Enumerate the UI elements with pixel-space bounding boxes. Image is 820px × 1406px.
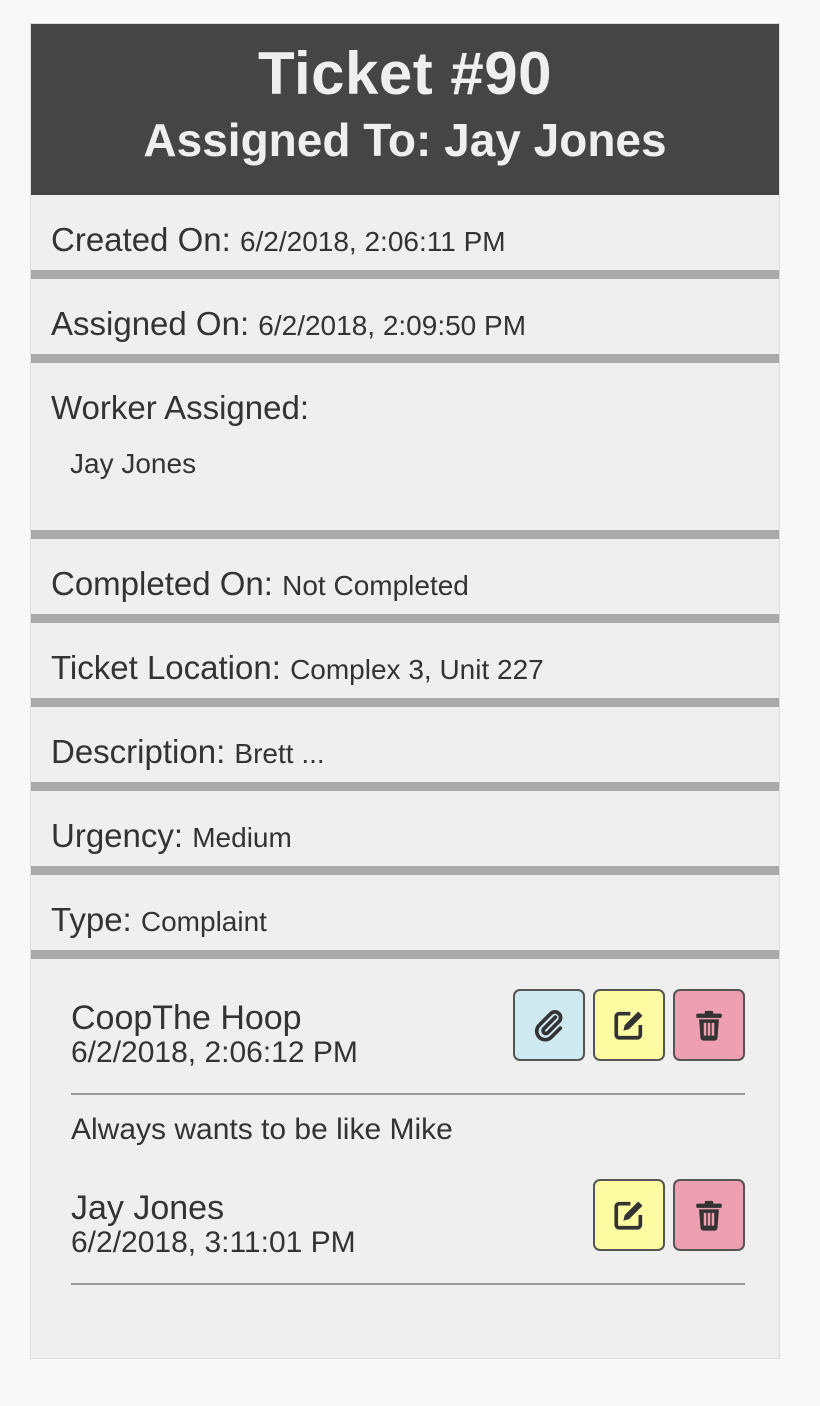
trash-icon <box>696 1010 722 1041</box>
urgency-value: Medium <box>192 822 292 853</box>
note-actions <box>505 989 745 1061</box>
note-actions <box>585 1179 745 1251</box>
note-item: Jay Jones 6/2/2018, 3:11:01 PM <box>71 1179 745 1285</box>
ticket-card: Ticket #90 Assigned To: Jay Jones Create… <box>30 23 780 1359</box>
ticket-location-label: Ticket Location: <box>51 649 291 686</box>
type-value: Complaint <box>140 906 267 937</box>
note-header: Jay Jones 6/2/2018, 3:11:01 PM <box>71 1179 745 1283</box>
worker-assigned-label: Worker Assigned: <box>51 389 310 426</box>
created-on-label: Created On: <box>51 221 240 258</box>
edit-button[interactable] <box>593 1179 665 1251</box>
created-on-row: Created On: 6/2/2018, 2:06:11 PM <box>31 195 779 279</box>
note-item: CoopThe Hoop 6/2/2018, 2:06:12 PM Always… <box>71 989 745 1175</box>
assigned-on-row: Assigned On: 6/2/2018, 2:09:50 PM <box>31 279 779 363</box>
description-row: Description: Brett ... <box>31 707 779 791</box>
urgency-label: Urgency: <box>51 817 193 854</box>
type-label: Type: <box>51 901 141 938</box>
description-value: Brett ... <box>234 738 325 769</box>
delete-button[interactable] <box>673 1179 745 1251</box>
completed-on-label: Completed On: <box>51 565 283 602</box>
attach-button[interactable] <box>513 989 585 1061</box>
completed-on-row: Completed On: Not Completed <box>31 539 779 623</box>
ticket-location-value: Complex 3, Unit 227 <box>290 654 544 685</box>
assigned-on-value: 6/2/2018, 2:09:50 PM <box>258 310 527 341</box>
worker-assigned-value: Jay Jones <box>70 448 197 479</box>
delete-button[interactable] <box>673 989 745 1061</box>
completed-on-value: Not Completed <box>282 570 469 601</box>
ticket-assignee-heading: Assigned To: Jay Jones <box>143 114 667 166</box>
trash-icon <box>696 1200 722 1231</box>
edit-icon <box>614 1201 643 1230</box>
edit-icon <box>614 1011 643 1040</box>
description-label: Description: <box>51 733 235 770</box>
worker-assigned-row: Worker Assigned: Jay Jones <box>31 363 779 539</box>
ticket-title: Ticket #90 <box>257 40 553 107</box>
note-text: Always wants to be like Mike <box>71 1113 453 1146</box>
assigned-on-label: Assigned On: <box>51 305 259 342</box>
edit-button[interactable] <box>593 989 665 1061</box>
ticket-header: Ticket #90 Assigned To: Jay Jones <box>31 24 779 195</box>
paperclip-icon <box>534 1010 563 1042</box>
note-header: CoopThe Hoop 6/2/2018, 2:06:12 PM <box>71 989 745 1093</box>
type-row: Type: Complaint <box>31 875 779 959</box>
urgency-row: Urgency: Medium <box>31 791 779 875</box>
ticket-location-row: Ticket Location: Complex 3, Unit 227 <box>31 623 779 707</box>
created-on-value: 6/2/2018, 2:06:11 PM <box>239 226 506 257</box>
notes-list: CoopThe Hoop 6/2/2018, 2:06:12 PM Always… <box>31 959 779 1285</box>
note-divider <box>71 1283 745 1285</box>
